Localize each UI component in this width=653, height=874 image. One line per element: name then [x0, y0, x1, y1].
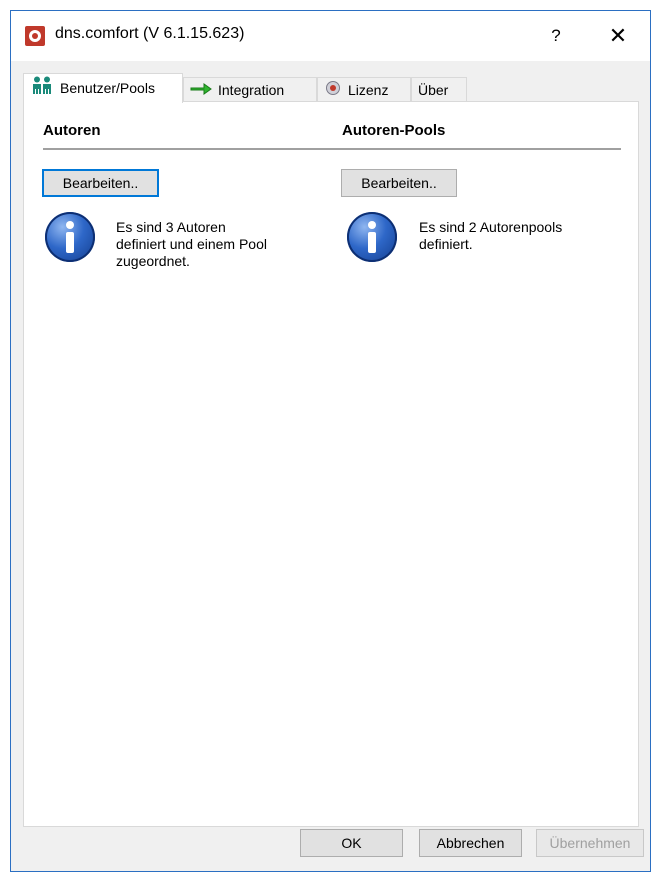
tab-panel-benutzer-pools: Autoren Autoren-Pools Bearbeiten.. Bearb…	[23, 101, 639, 827]
info-icon	[347, 212, 397, 262]
tab-strip: Benutzer/Pools Integration Lizenz Über	[23, 73, 650, 103]
tab-benutzer-pools[interactable]: Benutzer/Pools	[23, 73, 183, 103]
ok-button[interactable]: OK	[300, 829, 403, 857]
help-button[interactable]: ?	[541, 19, 571, 53]
dialog-window: dns.comfort (V 6.1.15.623) ? ✕ Benutzer/…	[10, 10, 651, 872]
autoren-heading: Autoren	[43, 122, 101, 139]
tab-label: Lizenz	[348, 82, 389, 98]
seal-icon	[324, 79, 342, 103]
tab-label: Über	[418, 82, 449, 98]
close-button[interactable]: ✕	[601, 19, 635, 53]
app-gear-icon	[25, 26, 45, 46]
cancel-button[interactable]: Abbrechen	[419, 829, 522, 857]
tab-ueber[interactable]: Über	[411, 77, 467, 102]
tab-integration[interactable]: Integration	[183, 77, 317, 102]
section-divider	[43, 148, 621, 150]
autoren-info-text: Es sind 3 Autoren definiert und einem Po…	[116, 219, 267, 269]
autoren-pools-edit-button[interactable]: Bearbeiten..	[341, 169, 457, 197]
green-arrow-icon	[190, 79, 212, 103]
autoren-pools-heading: Autoren-Pools	[342, 122, 446, 139]
window-title: dns.comfort (V 6.1.15.623)	[55, 25, 245, 42]
tab-label: Benutzer/Pools	[60, 80, 155, 96]
autoren-edit-button[interactable]: Bearbeiten..	[42, 169, 159, 197]
apply-button[interactable]: Übernehmen	[536, 829, 644, 857]
tab-label: Integration	[218, 82, 285, 98]
tab-lizenz[interactable]: Lizenz	[317, 77, 411, 102]
autoren-pools-info-text: Es sind 2 Autorenpools definiert.	[419, 219, 563, 252]
users-icon	[30, 75, 54, 103]
info-icon	[45, 212, 95, 262]
title-bar[interactable]: dns.comfort (V 6.1.15.623) ? ✕	[11, 11, 650, 61]
